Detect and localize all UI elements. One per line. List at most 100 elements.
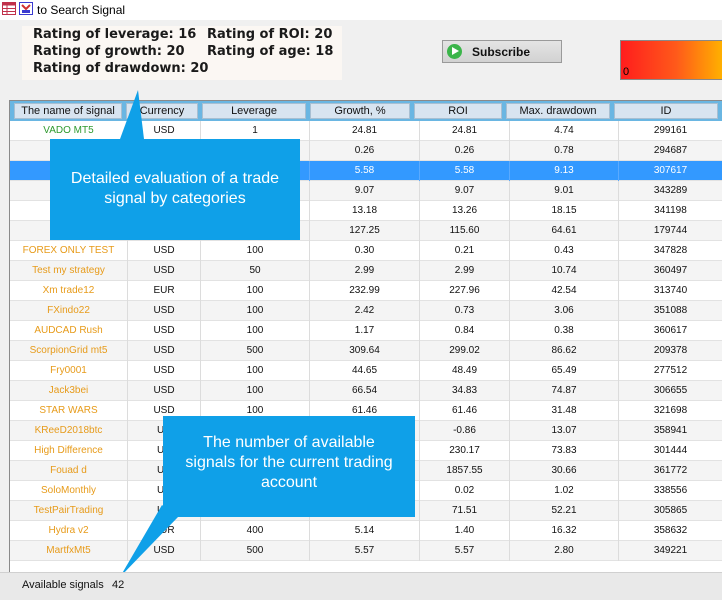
cell-name: Hydra v2 [10, 521, 128, 541]
cell-drawdown: 3.06 [510, 301, 619, 321]
cell-growth: 66.54 [310, 381, 420, 401]
window-title: to Search Signal [37, 3, 126, 17]
cell-roi: 0.26 [420, 141, 510, 161]
cell-drawdown: 42.54 [510, 281, 619, 301]
cell-roi: 5.57 [420, 541, 510, 561]
cell-name: ScorpionGrid mt5 [10, 341, 128, 361]
table-row[interactable]: Jack3bei USD 100 66.54 34.83 74.87 306655 [10, 381, 722, 401]
cell-roi: 24.81 [420, 121, 510, 141]
cell-roi: 299.02 [420, 341, 510, 361]
table-row[interactable]: ScorpionGrid mt5 USD 500 309.64 299.02 86.62 2… [10, 341, 722, 361]
cell-id: 313740 [619, 281, 722, 301]
callout-available: The number of available signals for the … [163, 416, 415, 517]
cell-roi: 0.02 [420, 481, 510, 501]
cell-growth: 5.58 [310, 161, 420, 181]
rating-leverage: Rating of leverage: 16 [33, 27, 197, 42]
cell-id: 294687 [619, 141, 722, 161]
cell-id: 358941 [619, 421, 722, 441]
cell-roi: -0.86 [420, 421, 510, 441]
cell-growth: 1.17 [310, 321, 420, 341]
cell-growth: 309.64 [310, 341, 420, 361]
cell-currency: USD [128, 241, 201, 261]
table-row[interactable]: FOREX ONLY TEST USD 100 0.30 0.21 0.43 347828 [10, 241, 722, 261]
table-row[interactable]: Fry0001 USD 100 44.65 48.49 65.49 277512 [10, 361, 722, 381]
column-header-roi[interactable]: ROI [414, 103, 502, 119]
cell-leverage: 100 [201, 381, 310, 401]
cell-drawdown: 18.15 [510, 201, 619, 221]
column-header-drawdown[interactable]: Max. drawdown [506, 103, 610, 119]
cell-leverage: 50 [201, 261, 310, 281]
table-row[interactable]: MartfxMt5 USD 500 5.57 5.57 2.80 349221 [10, 541, 722, 561]
ratings-panel: Rating of leverage: 16 Rating of ROI: 20… [22, 26, 342, 80]
rating-growth: Rating of growth: 20 [33, 44, 185, 59]
cell-roi: 0.21 [420, 241, 510, 261]
cell-drawdown: 64.61 [510, 221, 619, 241]
status-bar: Available signals 42 [0, 572, 722, 600]
cell-drawdown: 1.02 [510, 481, 619, 501]
table-row[interactable]: Test my strategy USD 50 2.99 2.99 10.74 360497 [10, 261, 722, 281]
cell-roi: 71.51 [420, 501, 510, 521]
available-signals-count: 42 [112, 579, 125, 591]
cell-drawdown: 30.66 [510, 461, 619, 481]
cell-currency: EUR [128, 281, 201, 301]
cell-id: 277512 [619, 361, 722, 381]
cell-leverage: 100 [201, 281, 310, 301]
cell-growth: 232.99 [310, 281, 420, 301]
app-table-icon [2, 2, 16, 15]
cell-growth: 5.14 [310, 521, 420, 541]
cell-name: Fry0001 [10, 361, 128, 381]
cell-drawdown: 4.74 [510, 121, 619, 141]
table-row[interactable]: Xm trade12 EUR 100 232.99 227.96 42.54 313740 [10, 281, 722, 301]
cell-id: 209378 [619, 341, 722, 361]
cell-currency: USD [128, 361, 201, 381]
cell-drawdown: 9.01 [510, 181, 619, 201]
cell-leverage: 100 [201, 301, 310, 321]
table-row[interactable]: Hydra v2EUR4005.141.4016.32358632 [10, 521, 722, 541]
cell-growth: 0.26 [310, 141, 420, 161]
cell-name: Jack3bei [10, 381, 128, 401]
cell-growth: 13.18 [310, 201, 420, 221]
cell-name: Xm trade12 [10, 281, 128, 301]
title-bar: to Search Signal [0, 0, 722, 20]
table-row[interactable]: FXindo22 USD 100 2.42 0.73 3.06 351088 [10, 301, 722, 321]
app-signal-icon [19, 2, 33, 15]
cell-name: Fouad d [10, 461, 128, 481]
cell-drawdown: 31.48 [510, 401, 619, 421]
cell-id: 338556 [619, 481, 722, 501]
cell-drawdown: 13.07 [510, 421, 619, 441]
rating-roi: Rating of ROI: 20 [207, 27, 333, 42]
subscribe-button[interactable]: Subscribe [442, 40, 562, 63]
table-row[interactable]: AUDCAD Rush USD 100 1.17 0.84 0.38 360617 [10, 321, 722, 341]
rating-age: Rating of age: 18 [207, 44, 334, 59]
rating-drawdown: Rating of drawdown: 20 [33, 61, 209, 76]
cell-id: 360497 [619, 261, 722, 281]
cell-roi: 9.07 [420, 181, 510, 201]
cell-growth: 0.30 [310, 241, 420, 261]
cell-drawdown: 10.74 [510, 261, 619, 281]
cell-id: 343289 [619, 181, 722, 201]
cell-drawdown: 73.83 [510, 441, 619, 461]
column-header-growth[interactable]: Growth, % [310, 103, 410, 119]
cell-leverage: 400 [201, 521, 310, 541]
cell-roi: 0.84 [420, 321, 510, 341]
cell-id: 358632 [619, 521, 722, 541]
cell-leverage: 500 [201, 341, 310, 361]
cell-leverage: 100 [201, 321, 310, 341]
column-header-id[interactable]: ID [614, 103, 718, 119]
cell-id: 341198 [619, 201, 722, 221]
cell-roi: 115.60 [420, 221, 510, 241]
cell-roi: 5.58 [420, 161, 510, 181]
cell-id: 307617 [619, 161, 722, 181]
cell-roi: 0.73 [420, 301, 510, 321]
cell-currency: USD [128, 261, 201, 281]
cell-name: AUDCAD Rush [10, 321, 128, 341]
cell-name: KReeD2018btc [10, 421, 128, 441]
cell-growth: 44.65 [310, 361, 420, 381]
cell-roi: 227.96 [420, 281, 510, 301]
column-header-leverage[interactable]: Leverage [202, 103, 306, 119]
cell-drawdown: 74.87 [510, 381, 619, 401]
cell-roi: 48.49 [420, 361, 510, 381]
cell-leverage: 100 [201, 361, 310, 381]
cell-id: 361772 [619, 461, 722, 481]
cell-id: 301444 [619, 441, 722, 461]
